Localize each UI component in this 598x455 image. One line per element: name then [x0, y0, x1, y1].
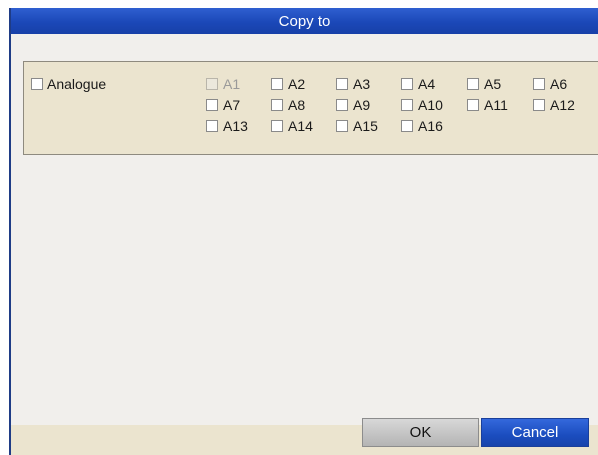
dialog-title: Copy to [278, 12, 331, 30]
channel-checkbox-a9[interactable] [336, 99, 348, 111]
channel-label-a7: A7 [223, 97, 241, 113]
channel-checkbox-a7[interactable] [206, 99, 218, 111]
channel-checkbox-a2[interactable] [271, 78, 283, 90]
channel-label-a1: A1 [223, 76, 241, 92]
channel-checkbox-a1 [206, 78, 218, 90]
copy-to-dialog: Copy to Analogue A1 A2 A3 A4 A5 A6 A7 A8… [9, 8, 598, 455]
channel-label-a6: A6 [550, 76, 568, 92]
channel-checkbox-a16[interactable] [401, 120, 413, 132]
channel-label-a4: A4 [418, 76, 436, 92]
channel-checkbox-a13[interactable] [206, 120, 218, 132]
channel-label-a10: A10 [418, 97, 443, 113]
channel-checkbox-a14[interactable] [271, 120, 283, 132]
channel-label-a9: A9 [353, 97, 371, 113]
analogue-channel-panel: Analogue A1 A2 A3 A4 A5 A6 A7 A8 A9 A10 … [23, 61, 598, 155]
channel-checkbox-a4[interactable] [401, 78, 413, 90]
channel-label-a14: A14 [288, 118, 313, 134]
analogue-checkbox[interactable] [31, 78, 43, 90]
channel-label-a3: A3 [353, 76, 371, 92]
channel-checkbox-a11[interactable] [467, 99, 479, 111]
cancel-button-label: Cancel [511, 424, 559, 441]
cancel-button[interactable]: Cancel [481, 418, 589, 447]
channel-checkbox-a8[interactable] [271, 99, 283, 111]
channel-checkbox-a12[interactable] [533, 99, 545, 111]
ok-button[interactable]: OK [362, 418, 479, 447]
channel-checkbox-a5[interactable] [467, 78, 479, 90]
analogue-label: Analogue [47, 76, 107, 92]
channel-label-a15: A15 [353, 118, 378, 134]
channel-label-a13: A13 [223, 118, 248, 134]
channel-label-a16: A16 [418, 118, 443, 134]
channel-label-a2: A2 [288, 76, 306, 92]
channel-checkbox-a3[interactable] [336, 78, 348, 90]
channel-label-a12: A12 [550, 97, 575, 113]
ok-button-label: OK [409, 424, 432, 441]
channel-label-a5: A5 [484, 76, 502, 92]
channel-label-a11: A11 [484, 97, 508, 113]
channel-checkbox-a10[interactable] [401, 99, 413, 111]
channel-label-a8: A8 [288, 97, 306, 113]
channel-checkbox-a15[interactable] [336, 120, 348, 132]
dialog-title-bar: Copy to [11, 8, 598, 34]
channel-checkbox-a6[interactable] [533, 78, 545, 90]
